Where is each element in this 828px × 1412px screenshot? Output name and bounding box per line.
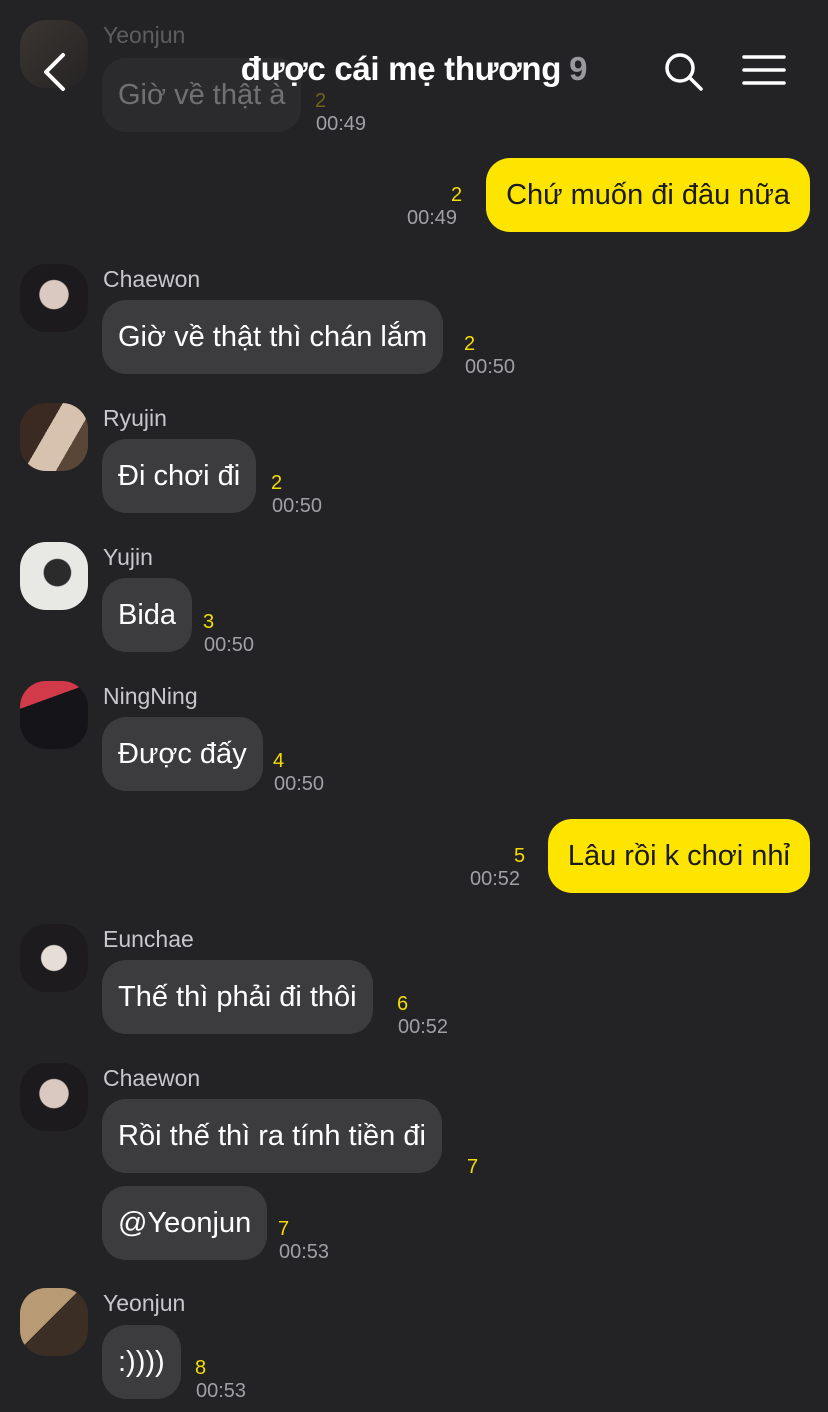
unread-count: 4 <box>273 750 285 772</box>
search-icon <box>665 53 703 91</box>
timestamp: 00:50 <box>465 356 516 378</box>
timestamp: 00:50 <box>274 773 325 795</box>
avatar[interactable] <box>20 542 88 610</box>
avatar[interactable] <box>20 924 88 992</box>
unread-count: 2 <box>451 184 463 206</box>
unread-count: 8 <box>195 1357 207 1379</box>
avatar[interactable] <box>20 403 88 471</box>
message-bubble[interactable]: :)))) <box>102 1325 181 1399</box>
avatar[interactable] <box>20 681 88 749</box>
search-button[interactable] <box>664 52 704 92</box>
message-bubble[interactable]: Đi chơi đi <box>102 439 257 513</box>
timestamp: 00:53 <box>196 1380 247 1402</box>
message-bubble[interactable]: Rồi thế thì ra tính tiền đi <box>102 1099 442 1173</box>
unread-count: 5 <box>514 845 526 867</box>
unread-count: 2 <box>464 333 476 355</box>
sender-name: Chaewon <box>103 1065 201 1091</box>
hamburger-menu-icon <box>742 55 786 85</box>
my-message-bubble[interactable]: Lâu rồi k chơi nhỉ <box>547 819 810 893</box>
unread-count: 7 <box>467 1156 479 1178</box>
message-bubble[interactable]: Được đấy <box>102 717 263 791</box>
avatar[interactable] <box>20 264 88 332</box>
menu-button[interactable] <box>742 52 786 92</box>
sender-name: Yeonjun <box>103 1290 186 1316</box>
unread-count: 3 <box>203 611 215 633</box>
message-bubble[interactable]: Thế thì phải đi thôi <box>102 960 373 1034</box>
member-count: 9 <box>569 50 588 87</box>
unread-count: 6 <box>397 993 409 1015</box>
timestamp: 00:52 <box>470 868 521 890</box>
unread-count: 2 <box>271 472 283 494</box>
sender-name: Chaewon <box>103 266 201 292</box>
sender-name: Yujin <box>103 544 153 570</box>
message-bubble[interactable]: Giờ về thật thì chán lắm <box>102 300 444 374</box>
avatar[interactable] <box>20 1063 88 1131</box>
timestamp: 00:50 <box>204 634 255 656</box>
timestamp: 00:53 <box>279 1241 330 1263</box>
timestamp: 00:49 <box>407 207 458 229</box>
unread-count: 7 <box>278 1218 290 1240</box>
timestamp: 00:50 <box>272 495 323 517</box>
my-message-bubble[interactable]: Chứ muốn đi đâu nữa <box>486 158 810 232</box>
timestamp: 00:52 <box>398 1016 449 1038</box>
sender-name: Eunchae <box>103 926 194 952</box>
chat-header: được cái mẹ thương 9 <box>0 0 828 140</box>
sender-name: NingNing <box>103 683 198 709</box>
message-bubble[interactable]: Bida <box>102 578 193 652</box>
avatar[interactable] <box>20 1288 88 1356</box>
sender-name: Ryujin <box>103 405 167 431</box>
chat-title-text: được cái mẹ thương <box>240 50 562 87</box>
message-bubble[interactable]: @Yeonjun <box>102 1186 268 1260</box>
